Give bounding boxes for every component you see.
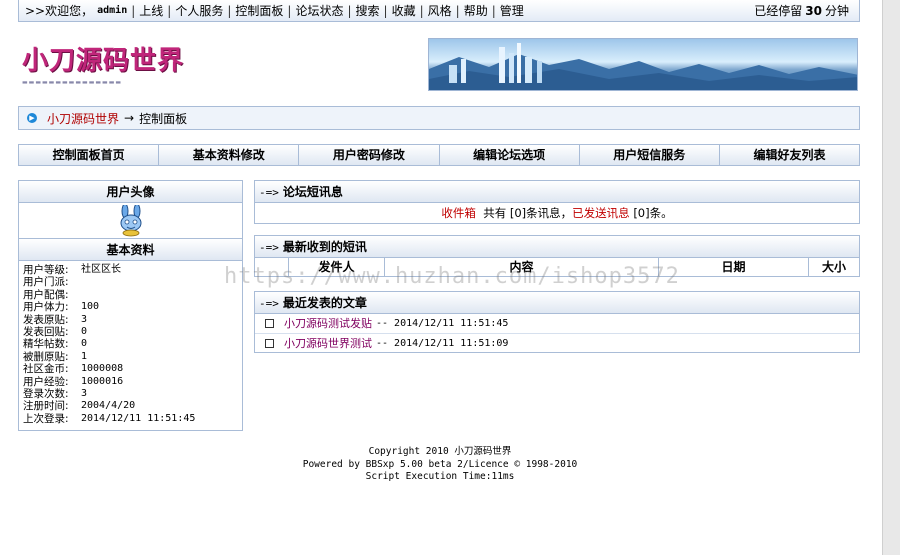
post-time: -- 2014/12/11 11:51:09 [376, 337, 509, 349]
nav-change-password[interactable]: 用户密码修改 [299, 145, 440, 165]
nav-control-panel-home[interactable]: 控制面板首页 [19, 145, 160, 165]
sent-count: [0] [633, 206, 650, 220]
breadcrumb-current: 控制面板 [139, 111, 188, 126]
basic-info-heading: 基本资料 [19, 239, 242, 261]
link-personal-service[interactable]: 个人服务 [175, 2, 223, 19]
info-row: 精华帖数: 0 [23, 338, 88, 351]
stay-time: 已经停留 30 分钟 [754, 4, 849, 18]
checkbox-square-icon [265, 338, 274, 348]
header-banner-image [428, 38, 858, 91]
info-row: 社区金币: 1000008 [23, 363, 124, 376]
info-row: 发表原贴: 3 [23, 313, 88, 326]
info-row: 用户门派: [23, 276, 69, 289]
breadcrumb-home-link[interactable]: 小刀源码世界 [47, 110, 119, 127]
sms-summary-heading: -=> 论坛短讯息 [255, 181, 859, 203]
inbox-count: [0] [509, 206, 527, 220]
latest-messages-box: -=> 最新收到的短讯 发件人 内容 日期 大小 [254, 235, 860, 277]
recent-posts-box: -=> 最近发表的文章 小刀源码测试发贴 -- 2014/12/11 11:51:… [254, 291, 860, 353]
link-favorites[interactable]: 收藏 [392, 2, 416, 19]
link-forum-status[interactable]: 论坛状态 [295, 2, 343, 19]
profile-panel: 用户头像 基本资料 用户等级: 社区区长 用户门派: 用户配偶: 用户体力: 100… [18, 180, 243, 431]
footer-powered-by: Powered by BBSxp 5.00 beta 2/Licence © 1… [302, 458, 578, 470]
top-bar: >>欢迎您， admin | 上线 | 个人服务 | 控制面板 | 论坛状态 |… [18, 0, 860, 22]
recent-posts-heading: -=> 最近发表的文章 [255, 292, 859, 314]
footer-copyright: Copyright 2010 小刀源码世界 [368, 446, 512, 457]
info-row: 用户配偶: [23, 288, 69, 301]
column-select [255, 258, 289, 276]
info-row: 注册时间: 2004/4/20 [23, 400, 136, 413]
avatar [19, 203, 242, 239]
info-row: 上次登录: 2014/12/11 11:51:45 [23, 412, 196, 425]
latest-messages-heading: -=> 最新收到的短讯 [255, 236, 859, 258]
link-manage[interactable]: 管理 [500, 2, 524, 19]
sms-summary-line: 收件箱 共有 [0]条讯息，已发送讯息 [0]条。 [441, 206, 673, 220]
link-online[interactable]: 上线 [139, 2, 163, 19]
basic-info-list: 用户等级: 社区区长 用户门派: 用户配偶: 用户体力: 100 发表原贴: 3 发表… [19, 261, 242, 428]
list-item: 小刀源码世界测试 -- 2014/12/11 11:51:09 [255, 333, 859, 352]
stay-minutes: 30 [805, 4, 822, 18]
nav-friend-list[interactable]: 编辑好友列表 [720, 145, 859, 165]
column-sender[interactable]: 发件人 [289, 258, 385, 276]
logo-tagline-graphic: ▬▬▬▬▬▬▬▬▬▬▬▬▬▬▬ [22, 79, 123, 86]
page-footer: Copyright 2010 小刀源码世界 Powered by BBSxp 5… [0, 446, 880, 484]
link-style[interactable]: 风格 [428, 2, 452, 19]
info-row: 用户等级: 社区区长 [23, 264, 121, 276]
nav-sms-service[interactable]: 用户短信服务 [580, 145, 720, 165]
logo-title: 小刀源码世界 [22, 46, 185, 76]
top-links: >>欢迎您， admin | 上线 | 个人服务 | 控制面板 | 论坛状态 |… [25, 2, 524, 19]
sent-link[interactable]: 已发送讯息 [572, 206, 630, 220]
breadcrumb-separator: → [124, 111, 135, 125]
column-content[interactable]: 内容 [385, 258, 659, 276]
info-row: 被删原贴: 1 [23, 350, 88, 363]
breadcrumb: ▶ 小刀源码世界 → 控制面板 [18, 106, 860, 130]
link-control-panel[interactable]: 控制面板 [235, 2, 283, 19]
site-logo[interactable]: 小刀源码世界 ▬▬▬▬▬▬▬▬▬▬▬▬▬▬▬ [22, 40, 222, 92]
welcome-text: >>欢迎您， [25, 4, 94, 18]
info-row: 用户体力: 100 [23, 301, 100, 314]
recent-posts-list: 小刀源码测试发贴 -- 2014/12/11 11:51:45 小刀源码世界测试… [255, 314, 859, 352]
nav-forum-options[interactable]: 编辑论坛选项 [440, 145, 580, 165]
post-time: -- 2014/12/11 11:51:45 [376, 318, 509, 329]
link-search[interactable]: 搜索 [356, 2, 380, 19]
rabbit-avatar-icon [120, 204, 141, 236]
checkbox-square-icon [265, 319, 274, 328]
info-row: 用户经验: 1000016 [23, 375, 124, 388]
nav-edit-profile[interactable]: 基本资料修改 [159, 145, 300, 165]
breadcrumb-arrow-icon: ▶ [27, 113, 37, 123]
sms-summary-box: -=> 论坛短讯息 收件箱 共有 [0]条讯息，已发送讯息 [0]条。 [254, 180, 860, 224]
info-row: 发表回贴: 0 [23, 326, 88, 339]
avatar-heading: 用户头像 [19, 181, 242, 203]
inbox-link[interactable]: 收件箱 [441, 206, 476, 220]
footer-exec-time: Script Execution Time:11ms [365, 471, 515, 482]
info-row: 登录次数: 3 [23, 388, 88, 401]
messages-table-header: 发件人 内容 日期 大小 [255, 258, 859, 276]
link-help[interactable]: 帮助 [464, 2, 488, 19]
post-title-link[interactable]: 小刀源码测试发贴 [284, 314, 372, 333]
control-panel-nav: 控制面板首页 基本资料修改 用户密码修改 编辑论坛选项 用户短信服务 编辑好友列… [18, 144, 860, 166]
column-size[interactable]: 大小 [809, 258, 859, 276]
post-title-link[interactable]: 小刀源码世界测试 [284, 334, 372, 353]
column-date[interactable]: 日期 [659, 258, 809, 276]
vertical-scrollbar[interactable] [882, 0, 900, 555]
list-item: 小刀源码测试发贴 -- 2014/12/11 11:51:45 [255, 314, 859, 333]
username-link[interactable]: admin [97, 5, 127, 16]
